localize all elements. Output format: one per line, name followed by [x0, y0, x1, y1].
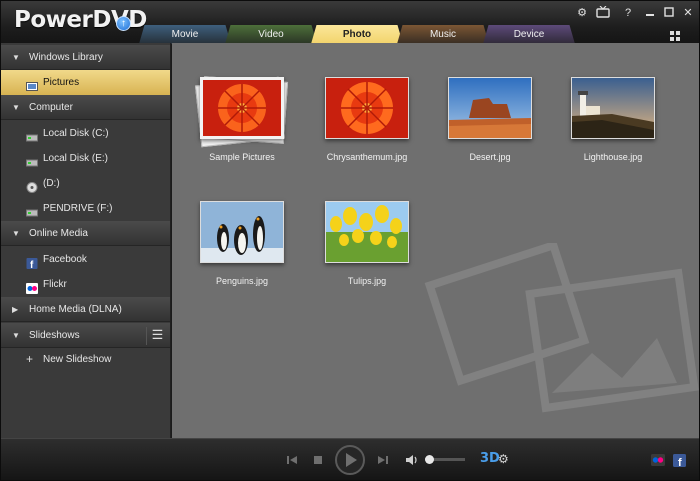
photo-tulips[interactable]: Tulips.jpg — [317, 201, 417, 286]
photo-thumbnail — [571, 77, 655, 139]
photo-thumbnail — [448, 77, 532, 139]
photo-watermark-graphic — [424, 243, 699, 413]
section-label: Online Media — [29, 228, 88, 239]
photo-caption: Lighthouse.jpg — [583, 152, 643, 162]
sidebar-item-facebook[interactable]: f Facebook — [1, 247, 170, 272]
photo-lighthouse[interactable]: Lighthouse.jpg — [563, 77, 663, 162]
photo-caption: Chrysanthemum.jpg — [326, 152, 408, 162]
sidebar-item-label: Local Disk (C:) — [43, 128, 109, 139]
help-icon[interactable]: ? — [620, 6, 636, 20]
pictures-icon — [26, 77, 38, 91]
maximize-icon[interactable] — [661, 6, 677, 20]
powerdvd-window: PowerDVD ↑ ⚙ ? ✕ Movie Video Photo Music… — [0, 0, 700, 481]
disc-drive-icon — [26, 178, 38, 193]
section-label: Home Media (DLNA) — [29, 304, 122, 315]
flickr-icon — [26, 279, 38, 294]
volume-icon[interactable] — [405, 454, 419, 469]
sidebar-item-label: Facebook — [43, 254, 87, 265]
next-icon[interactable] — [377, 454, 389, 469]
volume-slider-thumb[interactable] — [425, 455, 434, 464]
collapse-triangle-icon: ▼ — [12, 53, 20, 62]
sidebar-item-drive-d[interactable]: (D:) — [1, 171, 170, 196]
sidebar-item-local-disk-c[interactable]: Local Disk (C:) — [1, 121, 170, 146]
photo-chrysanthemum[interactable]: Chrysanthemum.jpg — [317, 77, 417, 162]
stop-icon[interactable] — [312, 454, 324, 469]
hard-drive-icon — [26, 128, 38, 142]
photo-penguins[interactable]: Penguins.jpg — [192, 201, 292, 286]
sidebar-item-label: Pictures — [43, 77, 80, 88]
folder-sample-pictures[interactable]: Sample Pictures — [192, 76, 292, 162]
section-home-media-dlna[interactable]: ▶ Home Media (DLNA) — [1, 297, 170, 322]
section-slideshows[interactable]: ▼ Slideshows — [1, 323, 170, 348]
photo-browser: Sample Pictures Chrysanthemum.jpg Desert… — [172, 43, 699, 438]
sidebar-item-pictures[interactable]: Pictures — [1, 70, 170, 95]
previous-icon[interactable] — [286, 454, 298, 469]
photo-desert[interactable]: Desert.jpg — [440, 77, 540, 162]
hard-drive-icon — [26, 153, 38, 167]
sidebar-item-label: Local Disk (E:) — [43, 153, 109, 164]
expand-triangle-icon: ▶ — [12, 305, 19, 314]
upgrade-button[interactable]: ↑ — [116, 16, 131, 31]
photo-thumbnail — [325, 201, 409, 263]
collapse-triangle-icon: ▼ — [12, 331, 20, 340]
usb-drive-icon — [26, 203, 38, 217]
collapse-triangle-icon: ▼ — [12, 229, 20, 238]
photo-thumbnail — [325, 77, 409, 139]
minimize-icon[interactable] — [642, 6, 658, 20]
playback-control-bar: 3D ⚙ f — [1, 438, 699, 480]
photo-caption: Desert.jpg — [469, 152, 511, 162]
3d-settings-icon[interactable]: ⚙ — [498, 452, 509, 466]
section-windows-library[interactable]: ▼ Windows Library — [1, 45, 170, 70]
section-online-media[interactable]: ▼ Online Media — [1, 221, 170, 246]
settings-icon[interactable]: ⚙ — [574, 6, 590, 20]
slideshow-menu-icon[interactable]: ☰ — [146, 327, 168, 345]
photo-caption: Penguins.jpg — [215, 276, 269, 286]
3d-toggle-button[interactable]: 3D — [480, 451, 500, 466]
section-label: Slideshows — [29, 330, 80, 341]
photo-caption: Tulips.jpg — [347, 276, 387, 286]
tab-video[interactable]: Video — [225, 25, 317, 44]
sidebar-item-local-disk-e[interactable]: Local Disk (E:) — [1, 146, 170, 171]
sidebar-item-label: (D:) — [43, 178, 60, 189]
tv-mode-icon[interactable] — [595, 5, 611, 20]
flickr-share-icon[interactable] — [651, 454, 665, 469]
collapse-triangle-icon: ▼ — [12, 103, 20, 112]
facebook-icon: f — [26, 254, 38, 271]
sidebar-item-flickr[interactable]: Flickr — [1, 272, 170, 297]
photo-thumbnail — [200, 201, 284, 263]
plus-icon: + — [26, 352, 34, 366]
close-icon[interactable]: ✕ — [680, 6, 696, 20]
play-button[interactable] — [334, 444, 366, 479]
facebook-share-icon[interactable]: f — [673, 454, 686, 470]
section-label: Windows Library — [29, 52, 103, 63]
section-computer[interactable]: ▼ Computer — [1, 95, 170, 120]
grid-view-icon[interactable] — [670, 30, 682, 42]
sidebar: ▼ Windows Library Pictures ▼ Computer Lo… — [1, 43, 171, 438]
sidebar-item-label: New Slideshow — [43, 354, 112, 365]
sidebar-item-new-slideshow[interactable]: + New Slideshow — [1, 347, 170, 372]
folder-thumbnail — [200, 77, 284, 139]
section-label: Computer — [29, 102, 73, 113]
tab-device[interactable]: Device — [483, 25, 575, 44]
tab-music[interactable]: Music — [397, 25, 489, 44]
sidebar-item-label: PENDRIVE (F:) — [43, 203, 113, 214]
title-bar: PowerDVD ↑ ⚙ ? ✕ Movie Video Photo Music… — [1, 1, 699, 44]
volume-slider[interactable] — [425, 455, 465, 464]
tab-photo[interactable]: Photo — [311, 25, 403, 44]
photo-caption: Sample Pictures — [209, 152, 275, 162]
sidebar-item-label: Flickr — [43, 279, 67, 290]
sidebar-item-pendrive-f[interactable]: PENDRIVE (F:) — [1, 196, 170, 221]
tab-movie[interactable]: Movie — [139, 25, 231, 44]
svg-text:f: f — [678, 457, 682, 467]
